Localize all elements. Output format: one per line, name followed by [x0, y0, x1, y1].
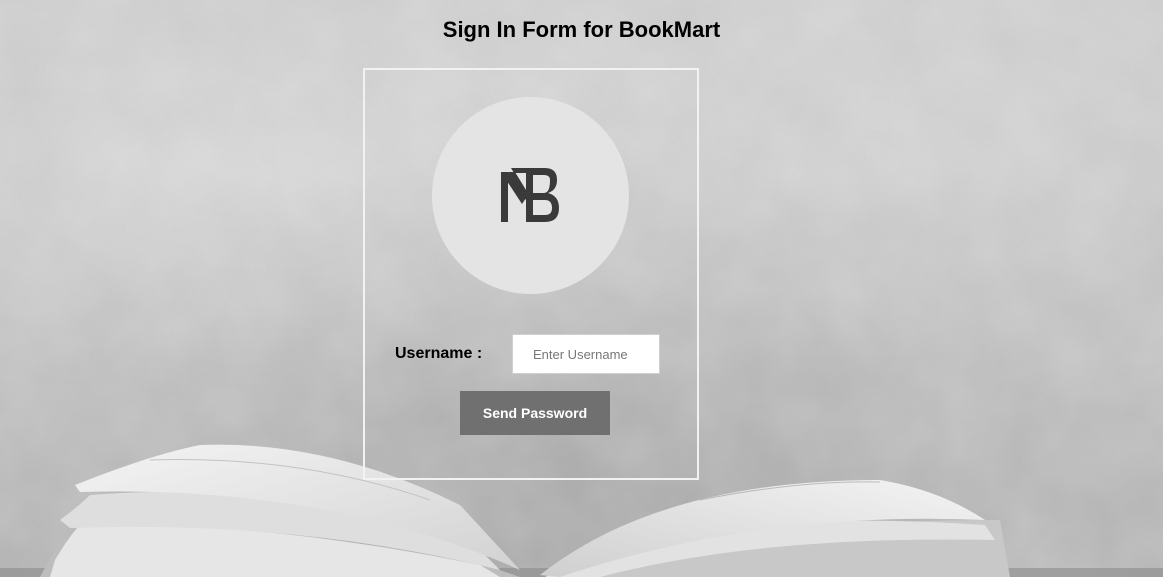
username-label: Username :	[395, 345, 483, 362]
logo-circle	[432, 97, 629, 294]
page-title: Sign In Form for BookMart	[442, 17, 721, 42]
send-password-button[interactable]: Send Password	[460, 391, 610, 435]
sign-in-form: Username : Send Password	[363, 68, 699, 480]
username-input[interactable]	[512, 334, 660, 374]
bookmart-logo-icon	[501, 168, 559, 222]
